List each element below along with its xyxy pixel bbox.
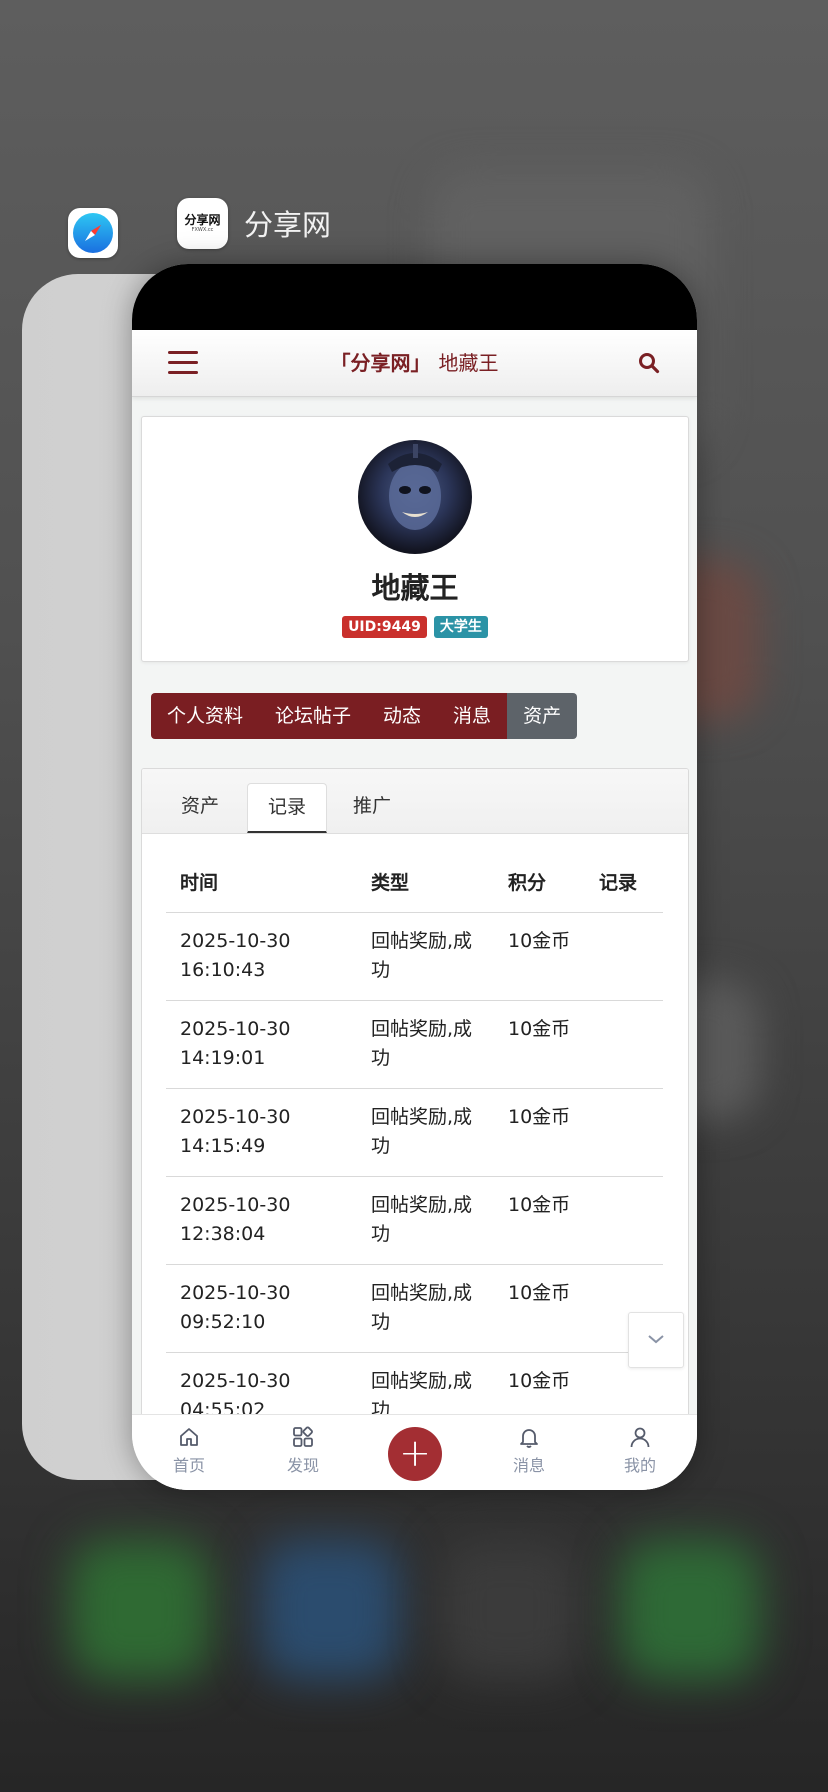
assets-panel: 资产 记录 推广 时间 类型 积分 记录 2025-10-30 16:10:43 … — [141, 768, 689, 1490]
profile-section-tabs: 个人资料 论坛帖子 动态 消息 资产 — [151, 693, 578, 739]
record-type: 回帖奖励,成功 — [371, 1106, 473, 1157]
record-points: 10金币 — [508, 930, 571, 952]
uid-badge: UID:9449 — [342, 616, 427, 638]
record-type: 回帖奖励,成功 — [371, 1018, 473, 1069]
subtab-records[interactable]: 记录 — [247, 783, 327, 833]
nav-messages-label: 消息 — [512, 1456, 545, 1475]
site-brand[interactable]: 「分享网」 — [331, 351, 431, 375]
record-time: 2025-10-30 14:19:01 — [180, 1018, 291, 1069]
dock-app-blur — [70, 1540, 210, 1680]
record-time: 2025-10-30 12:38:04 — [180, 1194, 291, 1245]
status-bar — [132, 264, 697, 330]
table-row: 2025-10-30 16:10:43 回帖奖励,成功 10金币 — [166, 913, 663, 1001]
record-points: 10金币 — [508, 1106, 571, 1128]
nav-messages[interactable]: 消息 — [489, 1425, 569, 1476]
profile-username: 地藏王 — [371, 571, 459, 605]
nav-discover[interactable]: 发现 — [263, 1425, 343, 1476]
record-points: 10金币 — [508, 1194, 571, 1216]
table-row: 2025-10-30 14:15:49 回帖奖励,成功 10金币 — [166, 1089, 663, 1177]
grid-icon — [293, 1426, 313, 1447]
nav-home[interactable]: 首页 — [149, 1425, 229, 1476]
level-badge: 大学生 — [433, 616, 488, 638]
tab-profile[interactable]: 个人资料 — [151, 693, 260, 739]
record-type: 回帖奖励,成功 — [371, 1194, 473, 1245]
record-points: 10金币 — [508, 1018, 571, 1040]
profile-card: 地藏王 UID:9449 大学生 — [141, 416, 689, 662]
top-navbar: 「分享网」 地藏王 — [132, 330, 697, 397]
bottom-tab-bar: 首页 发现 + 消息 我的 — [132, 1414, 697, 1490]
records-table: 时间 类型 积分 记录 2025-10-30 16:10:43 回帖奖励,成功 1… — [166, 855, 663, 1441]
chevron-down-icon — [648, 1335, 664, 1344]
record-time: 2025-10-30 09:52:10 — [180, 1282, 291, 1333]
user-icon — [630, 1427, 650, 1448]
nav-home-label: 首页 — [172, 1456, 205, 1475]
dock-app-blur — [620, 1540, 760, 1680]
scroll-down-button[interactable] — [628, 1312, 684, 1368]
subtab-promotion[interactable]: 推广 — [332, 783, 412, 833]
dock-app-blur — [440, 1540, 580, 1680]
nav-discover-label: 发现 — [286, 1456, 319, 1475]
tab-assets[interactable]: 资产 — [507, 693, 578, 739]
app-name-label: 分享网 — [244, 208, 332, 242]
create-post-button[interactable]: + — [388, 1427, 442, 1481]
nav-username: 地藏王 — [438, 351, 499, 375]
subtab-assets[interactable]: 资产 — [160, 783, 240, 833]
record-type: 回帖奖励,成功 — [371, 930, 473, 981]
page-title: 「分享网」 地藏王 — [132, 330, 697, 396]
header-type: 类型 — [371, 872, 410, 894]
tab-activity[interactable]: 动态 — [367, 693, 438, 739]
plus-icon: + — [399, 1431, 431, 1475]
header-points: 积分 — [508, 872, 547, 894]
record-time: 2025-10-30 16:10:43 — [180, 930, 291, 981]
app-icon-subtitle: FXWX.cc — [191, 226, 214, 233]
header-time: 时间 — [180, 872, 219, 894]
record-points: 10金币 — [508, 1282, 571, 1304]
profile-badges: UID:9449 大学生 — [142, 616, 688, 638]
table-header: 时间 类型 积分 记录 — [166, 855, 663, 913]
record-type: 回帖奖励,成功 — [371, 1282, 473, 1333]
nav-mine[interactable]: 我的 — [600, 1425, 680, 1476]
table-row: 2025-10-30 12:38:04 回帖奖励,成功 10金币 — [166, 1177, 663, 1265]
dock-app-blur — [260, 1540, 400, 1680]
nav-mine-label: 我的 — [623, 1456, 656, 1475]
safari-icon[interactable] — [68, 208, 118, 258]
search-icon[interactable] — [638, 352, 660, 374]
assets-subtabs: 资产 记录 推广 — [142, 769, 688, 834]
header-note: 记录 — [599, 872, 638, 894]
record-points: 10金币 — [508, 1370, 571, 1392]
tab-messages[interactable]: 消息 — [437, 693, 508, 739]
tab-forum-posts[interactable]: 论坛帖子 — [259, 693, 368, 739]
app-icon-logo: 分享网 — [184, 212, 221, 227]
avatar[interactable] — [358, 440, 472, 554]
home-icon — [180, 1428, 198, 1446]
bell-icon — [520, 1429, 538, 1448]
table-row: 2025-10-30 14:19:01 回帖奖励,成功 10金币 — [166, 1001, 663, 1089]
app-card[interactable]: 「分享网」 地藏王 地藏王 UID:9449 大学生 个人资料 论坛帖子 动态 … — [132, 264, 697, 1490]
app-icon[interactable]: 分享网 FXWX.cc — [177, 198, 228, 249]
menu-icon[interactable] — [168, 351, 198, 375]
table-row: 2025-10-30 09:52:10 回帖奖励,成功 10金币 — [166, 1265, 663, 1353]
record-time: 2025-10-30 14:15:49 — [180, 1106, 291, 1157]
